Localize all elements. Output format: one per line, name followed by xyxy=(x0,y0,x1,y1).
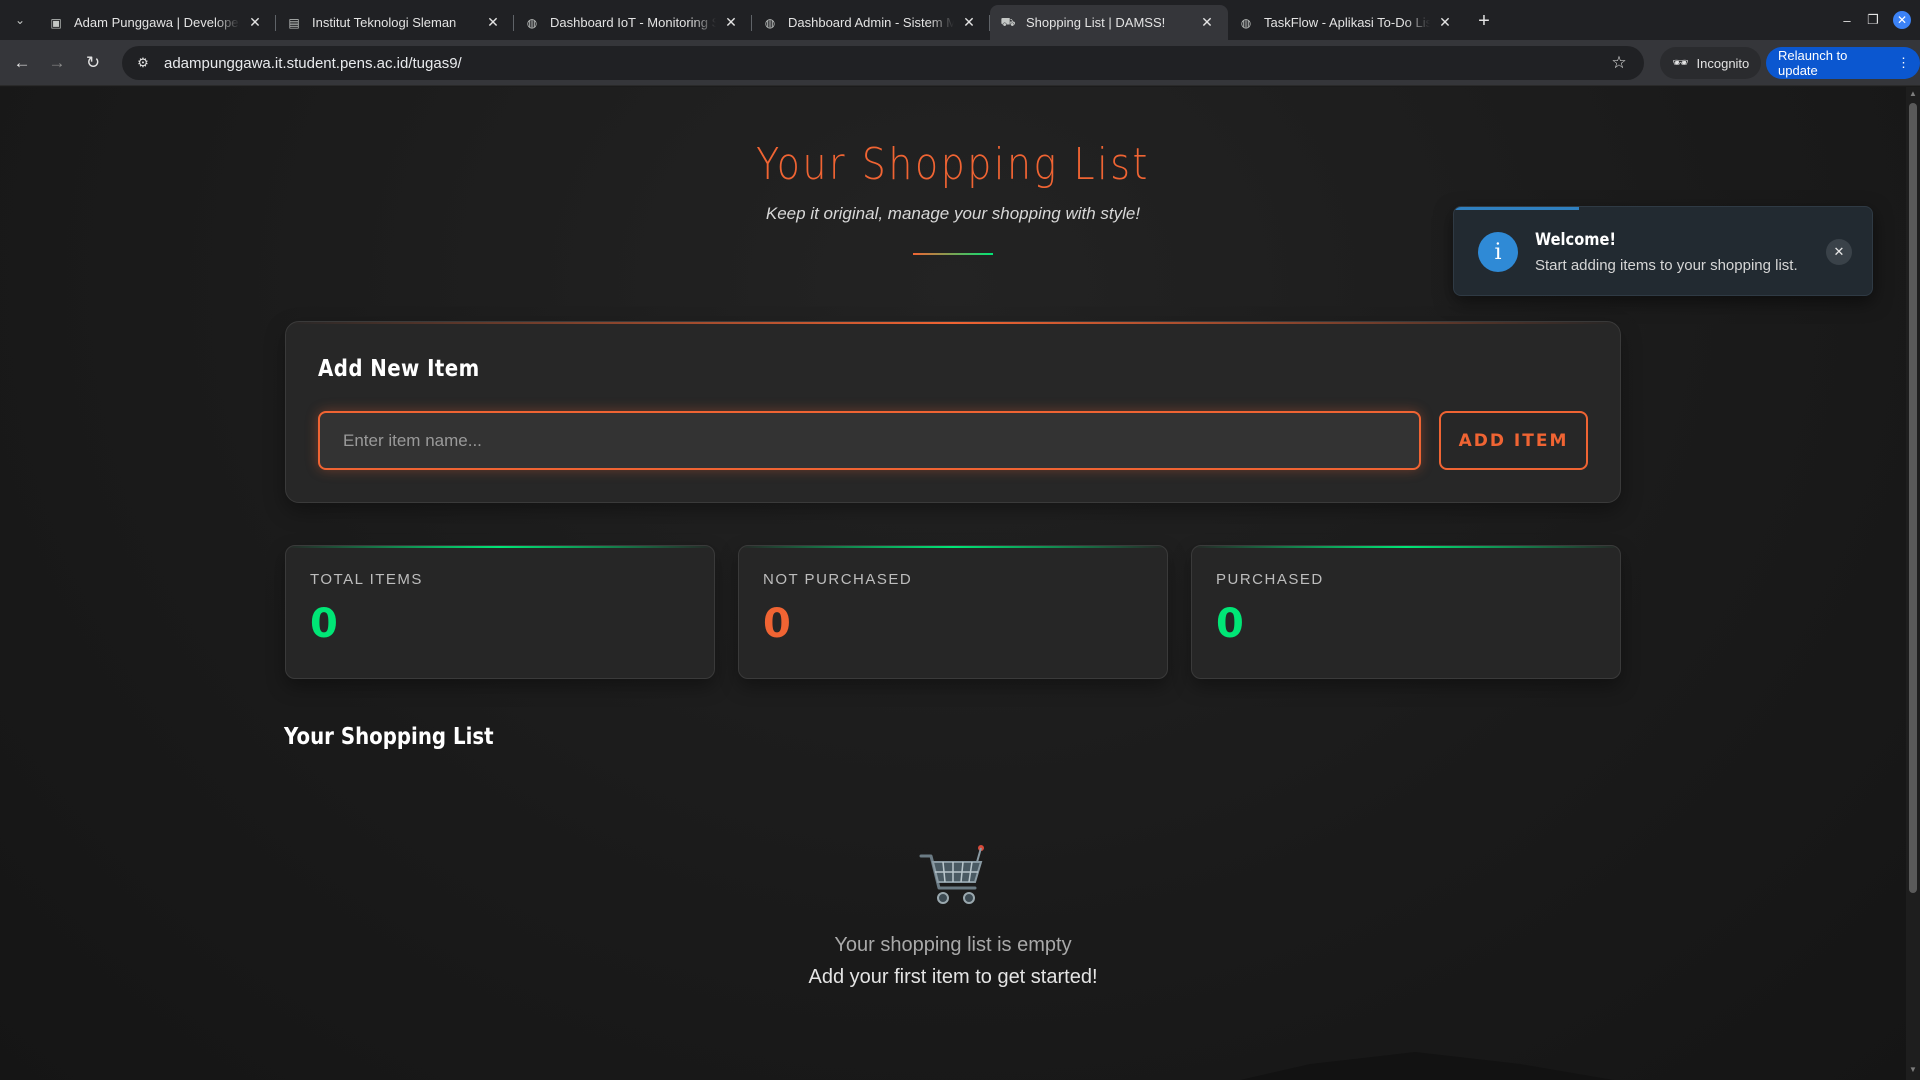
tab-title: TaskFlow - Aplikasi To-Do List xyxy=(1264,15,1430,30)
site-settings-icon[interactable]: ⚙ xyxy=(128,55,158,71)
scroll-down-arrow-icon[interactable]: ▼ xyxy=(1908,1065,1918,1074)
incognito-icon: 🕶 xyxy=(1672,55,1689,70)
tab-search-chevron-icon[interactable]: ⌄ xyxy=(8,8,32,32)
relaunch-label: Relaunch to update xyxy=(1778,48,1848,78)
incognito-indicator[interactable]: 🕶 Incognito xyxy=(1660,47,1762,79)
empty-state-hint: Add your first item to get started! xyxy=(808,966,1098,988)
tab-taskflow[interactable]: ◍ TaskFlow - Aplikasi To-Do List ✕ xyxy=(1228,5,1466,40)
stat-card-total: TOTAL ITEMS 0 xyxy=(285,545,715,679)
new-tab-plus-icon[interactable]: + xyxy=(1472,9,1496,33)
tab-shopping-list[interactable]: ⛟ Shopping List | DAMSS! ✕ xyxy=(990,5,1228,40)
shopping-cart-icon xyxy=(919,845,984,904)
close-tab-icon[interactable]: ✕ xyxy=(722,14,740,32)
bookmark-star-icon[interactable]: ☆ xyxy=(1604,53,1634,73)
address-bar[interactable]: ⚙ adampunggawa.it.student.pens.ac.id/tug… xyxy=(122,46,1644,80)
incognito-label: Incognito xyxy=(1696,55,1750,71)
page-title: Your Shopping List xyxy=(756,139,1150,190)
reload-icon[interactable]: ↻ xyxy=(81,51,105,75)
page-icon: ▤ xyxy=(288,15,300,30)
stat-card-purchased: PURCHASED 0 xyxy=(1191,545,1621,679)
info-icon: i xyxy=(1478,232,1518,272)
cart-icon: ⛟ xyxy=(1000,14,1016,29)
tab-title: Adam Punggawa | Developer xyxy=(74,15,240,30)
item-name-input[interactable] xyxy=(318,411,1421,470)
add-item-button[interactable]: ADD ITEM xyxy=(1439,411,1588,470)
minimize-icon[interactable]: – xyxy=(1834,8,1860,32)
close-tab-icon[interactable]: ✕ xyxy=(1198,14,1216,32)
globe-icon: ◍ xyxy=(1240,15,1252,30)
tab-list: ▣ Adam Punggawa | Developer ✕ ▤ Institut… xyxy=(38,5,1466,40)
url-text[interactable]: adampunggawa.it.student.pens.ac.id/tugas… xyxy=(164,55,1604,72)
title-divider xyxy=(913,253,993,255)
globe-icon: ◍ xyxy=(526,15,538,30)
stat-value: 0 xyxy=(763,601,791,647)
stat-card-not-purchased: NOT PURCHASED 0 xyxy=(738,545,1168,679)
restore-icon[interactable]: ❐ xyxy=(1860,8,1886,32)
close-tab-icon[interactable]: ✕ xyxy=(960,14,978,32)
tab-title: Dashboard Admin - Sistem M xyxy=(788,15,954,30)
tab-title: Shopping List | DAMSS! xyxy=(1026,15,1166,30)
browser-toolbar: ← → ↻ ⚙ adampunggawa.it.student.pens.ac.… xyxy=(0,40,1920,86)
stat-value: 0 xyxy=(1216,601,1244,647)
scrollbar-thumb[interactable] xyxy=(1909,103,1917,893)
toast-message: Start adding items to your shopping list… xyxy=(1535,257,1798,274)
add-item-card: Add New Item ADD ITEM xyxy=(285,321,1621,503)
close-tab-icon[interactable]: ✕ xyxy=(484,14,502,32)
page-viewport: Your Shopping List Keep it original, man… xyxy=(0,87,1906,1080)
tab-institut-teknologi[interactable]: ▤ Institut Teknologi Sleman ✕ xyxy=(276,5,514,40)
portrait-icon: ▣ xyxy=(50,15,62,30)
forward-arrow-icon[interactable]: → xyxy=(45,51,69,75)
close-tab-icon[interactable]: ✕ xyxy=(246,14,264,32)
stat-label: NOT PURCHASED xyxy=(763,571,913,588)
stat-label: TOTAL ITEMS xyxy=(310,571,423,588)
globe-icon: ◍ xyxy=(764,15,776,30)
tab-title: Dashboard IoT - Monitoring S xyxy=(550,15,716,30)
add-item-heading: Add New Item xyxy=(318,356,480,382)
welcome-toast: i Welcome! Start adding items to your sh… xyxy=(1453,206,1873,296)
page-scrollbar[interactable]: ▲ ▼ xyxy=(1906,87,1920,1080)
tab-dashboard-admin[interactable]: ◍ Dashboard Admin - Sistem M ✕ xyxy=(752,5,990,40)
empty-state-title: Your shopping list is empty xyxy=(834,934,1072,956)
kebab-menu-icon[interactable]: ⋮ xyxy=(1897,55,1910,71)
tab-dashboard-iot[interactable]: ◍ Dashboard IoT - Monitoring S ✕ xyxy=(514,5,752,40)
tab-title: Institut Teknologi Sleman xyxy=(312,15,457,30)
toast-title: Welcome! xyxy=(1535,230,1617,250)
relaunch-button[interactable]: Relaunch to update ⋮ xyxy=(1766,47,1920,79)
back-arrow-icon[interactable]: ← xyxy=(10,51,34,75)
window-close-icon[interactable]: ✕ xyxy=(1893,11,1911,29)
toast-close-icon[interactable]: ✕ xyxy=(1826,239,1852,265)
tab-adam-punggawa[interactable]: ▣ Adam Punggawa | Developer ✕ xyxy=(38,5,276,40)
scroll-up-arrow-icon[interactable]: ▲ xyxy=(1908,89,1918,98)
stat-value: 0 xyxy=(310,601,338,647)
stat-label: PURCHASED xyxy=(1216,571,1324,588)
close-tab-icon[interactable]: ✕ xyxy=(1436,14,1454,32)
browser-tabstrip: ⌄ ▣ Adam Punggawa | Developer ✕ ▤ Instit… xyxy=(0,0,1920,40)
decorative-shape xyxy=(1100,1052,1800,1080)
list-heading: Your Shopping List xyxy=(284,724,494,750)
